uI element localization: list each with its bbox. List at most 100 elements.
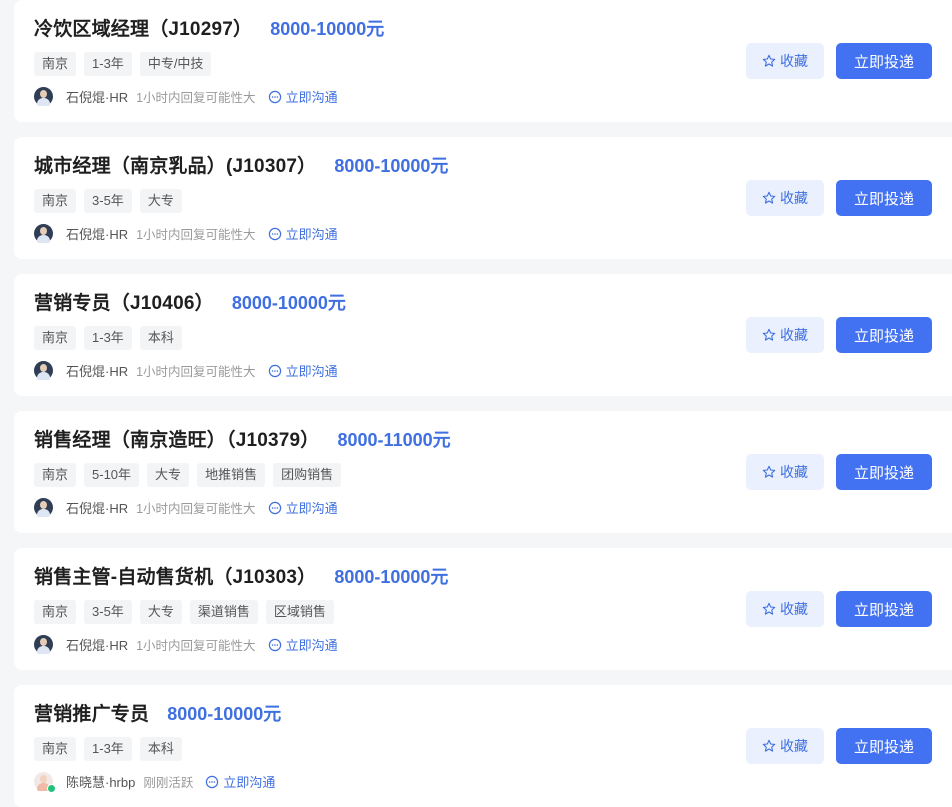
hr-name: 石倪焜·HR (66, 227, 129, 242)
apply-now-button[interactable]: 立即投递 (836, 591, 932, 627)
job-tag: 1-3年 (84, 737, 132, 761)
star-icon (762, 328, 776, 341)
hr-info: 石倪焜·HR 1小时内回复可能性大 立即沟通 (34, 87, 338, 106)
hr-reply-status: 1小时内回复可能性大 (136, 228, 256, 242)
favorite-label: 收藏 (780, 601, 808, 617)
star-icon (762, 465, 776, 478)
chat-now-link[interactable]: 立即沟通 (268, 498, 338, 517)
job-card[interactable]: 冷饮区域经理（J10297） 8000-10000元 南京 1-3年 中专/中技 石… (14, 0, 952, 122)
salary: 8000-10000元 (167, 704, 282, 724)
job-tag: 南京 (34, 52, 77, 76)
chat-bubble-icon (268, 227, 281, 240)
favorite-button[interactable]: 收藏 (746, 317, 824, 353)
favorite-label: 收藏 (780, 190, 808, 206)
apply-now-button[interactable]: 立即投递 (836, 728, 932, 764)
apply-now-button[interactable]: 立即投递 (836, 317, 932, 353)
male-hr-avatar[interactable] (34, 498, 53, 517)
salary: 8000-10000元 (270, 19, 385, 39)
job-title[interactable]: 销售经理（南京造旺）（J10379） (34, 425, 320, 452)
apply-now-button[interactable]: 立即投递 (836, 180, 932, 216)
job-tag: 大专 (139, 189, 182, 213)
job-card[interactable]: 营销推广专员 8000-10000元 南京 1-3年 本科 陈晓慧·hrbp 刚刚活… (14, 685, 952, 807)
star-icon (762, 602, 776, 615)
job-title[interactable]: 营销推广专员 (34, 699, 149, 726)
job-tag: 地推销售 (197, 463, 266, 487)
job-card[interactable]: 城市经理（南京乳品）(J10307） 8000-10000元 南京 3-5年 大专 … (14, 137, 952, 259)
salary: 8000-10000元 (334, 567, 449, 587)
favorite-button[interactable]: 收藏 (746, 43, 824, 79)
hr-info: 石倪焜·HR 1小时内回复可能性大 立即沟通 (34, 635, 338, 654)
star-icon (762, 191, 776, 204)
chat-now-label: 立即沟通 (285, 227, 338, 242)
job-tag: 南京 (34, 326, 77, 350)
favorite-button[interactable]: 收藏 (746, 591, 824, 627)
job-title-row: 销售主管-自动售货机（J10303） 8000-10000元 (34, 562, 448, 589)
chat-now-link[interactable]: 立即沟通 (268, 87, 338, 106)
job-tag: 南京 (34, 189, 77, 213)
chat-now-label: 立即沟通 (285, 90, 338, 105)
hr-reply-status: 1小时内回复可能性大 (136, 502, 256, 516)
hr-name: 石倪焜·HR (66, 501, 129, 516)
chat-bubble-icon (268, 364, 281, 377)
favorite-button[interactable]: 收藏 (746, 180, 824, 216)
male-hr-avatar[interactable] (34, 361, 53, 380)
job-card[interactable]: 营销专员（J10406） 8000-10000元 南京 1-3年 本科 石倪焜·HR… (14, 274, 952, 396)
chat-bubble-icon (268, 638, 281, 651)
hr-name: 石倪焜·HR (66, 364, 129, 379)
job-title[interactable]: 城市经理（南京乳品）(J10307） (34, 151, 316, 178)
chat-now-label: 立即沟通 (285, 501, 338, 516)
online-status-dot (47, 784, 56, 793)
chat-now-link[interactable]: 立即沟通 (268, 635, 338, 654)
favorite-button[interactable]: 收藏 (746, 454, 824, 490)
job-card[interactable]: 销售经理（南京造旺）（J10379） 8000-11000元 南京 5-10年 大专… (14, 411, 952, 533)
male-hr-avatar[interactable] (34, 87, 53, 106)
star-icon (762, 739, 776, 752)
hr-name: 石倪焜·HR (66, 90, 129, 105)
job-title-row: 营销专员（J10406） 8000-10000元 (34, 288, 346, 315)
job-tag: 3-5年 (84, 189, 132, 213)
salary: 8000-10000元 (334, 156, 449, 176)
male-hr-avatar[interactable] (34, 635, 53, 654)
favorite-label: 收藏 (780, 464, 808, 480)
job-title-row: 城市经理（南京乳品）(J10307） 8000-10000元 (34, 151, 448, 178)
chat-bubble-icon (206, 775, 219, 788)
job-tag: 中专/中技 (139, 52, 212, 76)
job-title[interactable]: 冷饮区域经理（J10297） (34, 14, 252, 41)
male-hr-avatar[interactable] (34, 224, 53, 243)
job-tag: 大专 (147, 463, 190, 487)
apply-now-button[interactable]: 立即投递 (836, 43, 932, 79)
job-tag: 团购销售 (273, 463, 342, 487)
chat-now-link[interactable]: 立即沟通 (268, 224, 338, 243)
job-tag: 南京 (34, 463, 77, 487)
job-tag: 本科 (139, 326, 182, 350)
chat-now-link[interactable]: 立即沟通 (205, 772, 275, 791)
job-tag: 1-3年 (84, 52, 132, 76)
chat-now-link[interactable]: 立即沟通 (268, 361, 338, 380)
hr-reply-status: 1小时内回复可能性大 (136, 365, 256, 379)
favorite-label: 收藏 (780, 53, 808, 69)
hr-reply-status: 1小时内回复可能性大 (136, 91, 256, 105)
female-hr-avatar[interactable] (34, 772, 56, 793)
job-tags: 南京 3-5年 大专 (34, 189, 182, 213)
job-tag: 3-5年 (84, 600, 132, 624)
job-title-row: 冷饮区域经理（J10297） 8000-10000元 (34, 14, 384, 41)
job-tags: 南京 1-3年 本科 (34, 326, 182, 350)
job-title-row: 销售经理（南京造旺）（J10379） 8000-11000元 (34, 425, 451, 452)
job-title[interactable]: 营销专员（J10406） (34, 288, 214, 315)
hr-info: 石倪焜·HR 1小时内回复可能性大 立即沟通 (34, 224, 338, 243)
job-tag: 大专 (139, 600, 182, 624)
apply-now-button[interactable]: 立即投递 (836, 454, 932, 490)
hr-name: 石倪焜·HR (66, 638, 129, 653)
job-card[interactable]: 销售主管-自动售货机（J10303） 8000-10000元 南京 3-5年 大专渠… (14, 548, 952, 670)
chat-bubble-icon (268, 90, 281, 103)
job-tag: 5-10年 (84, 463, 140, 487)
hr-name: 陈晓慧·hrbp (66, 775, 136, 790)
chat-now-label: 立即沟通 (223, 775, 276, 790)
job-title-row: 营销推广专员 8000-10000元 (34, 699, 281, 726)
job-tags: 南京 1-3年 本科 (34, 737, 182, 761)
favorite-label: 收藏 (780, 738, 808, 754)
job-tag: 渠道销售 (189, 600, 258, 624)
favorite-button[interactable]: 收藏 (746, 728, 824, 764)
job-title[interactable]: 销售主管-自动售货机（J10303） (34, 562, 316, 589)
hr-reply-status: 1小时内回复可能性大 (136, 639, 256, 653)
